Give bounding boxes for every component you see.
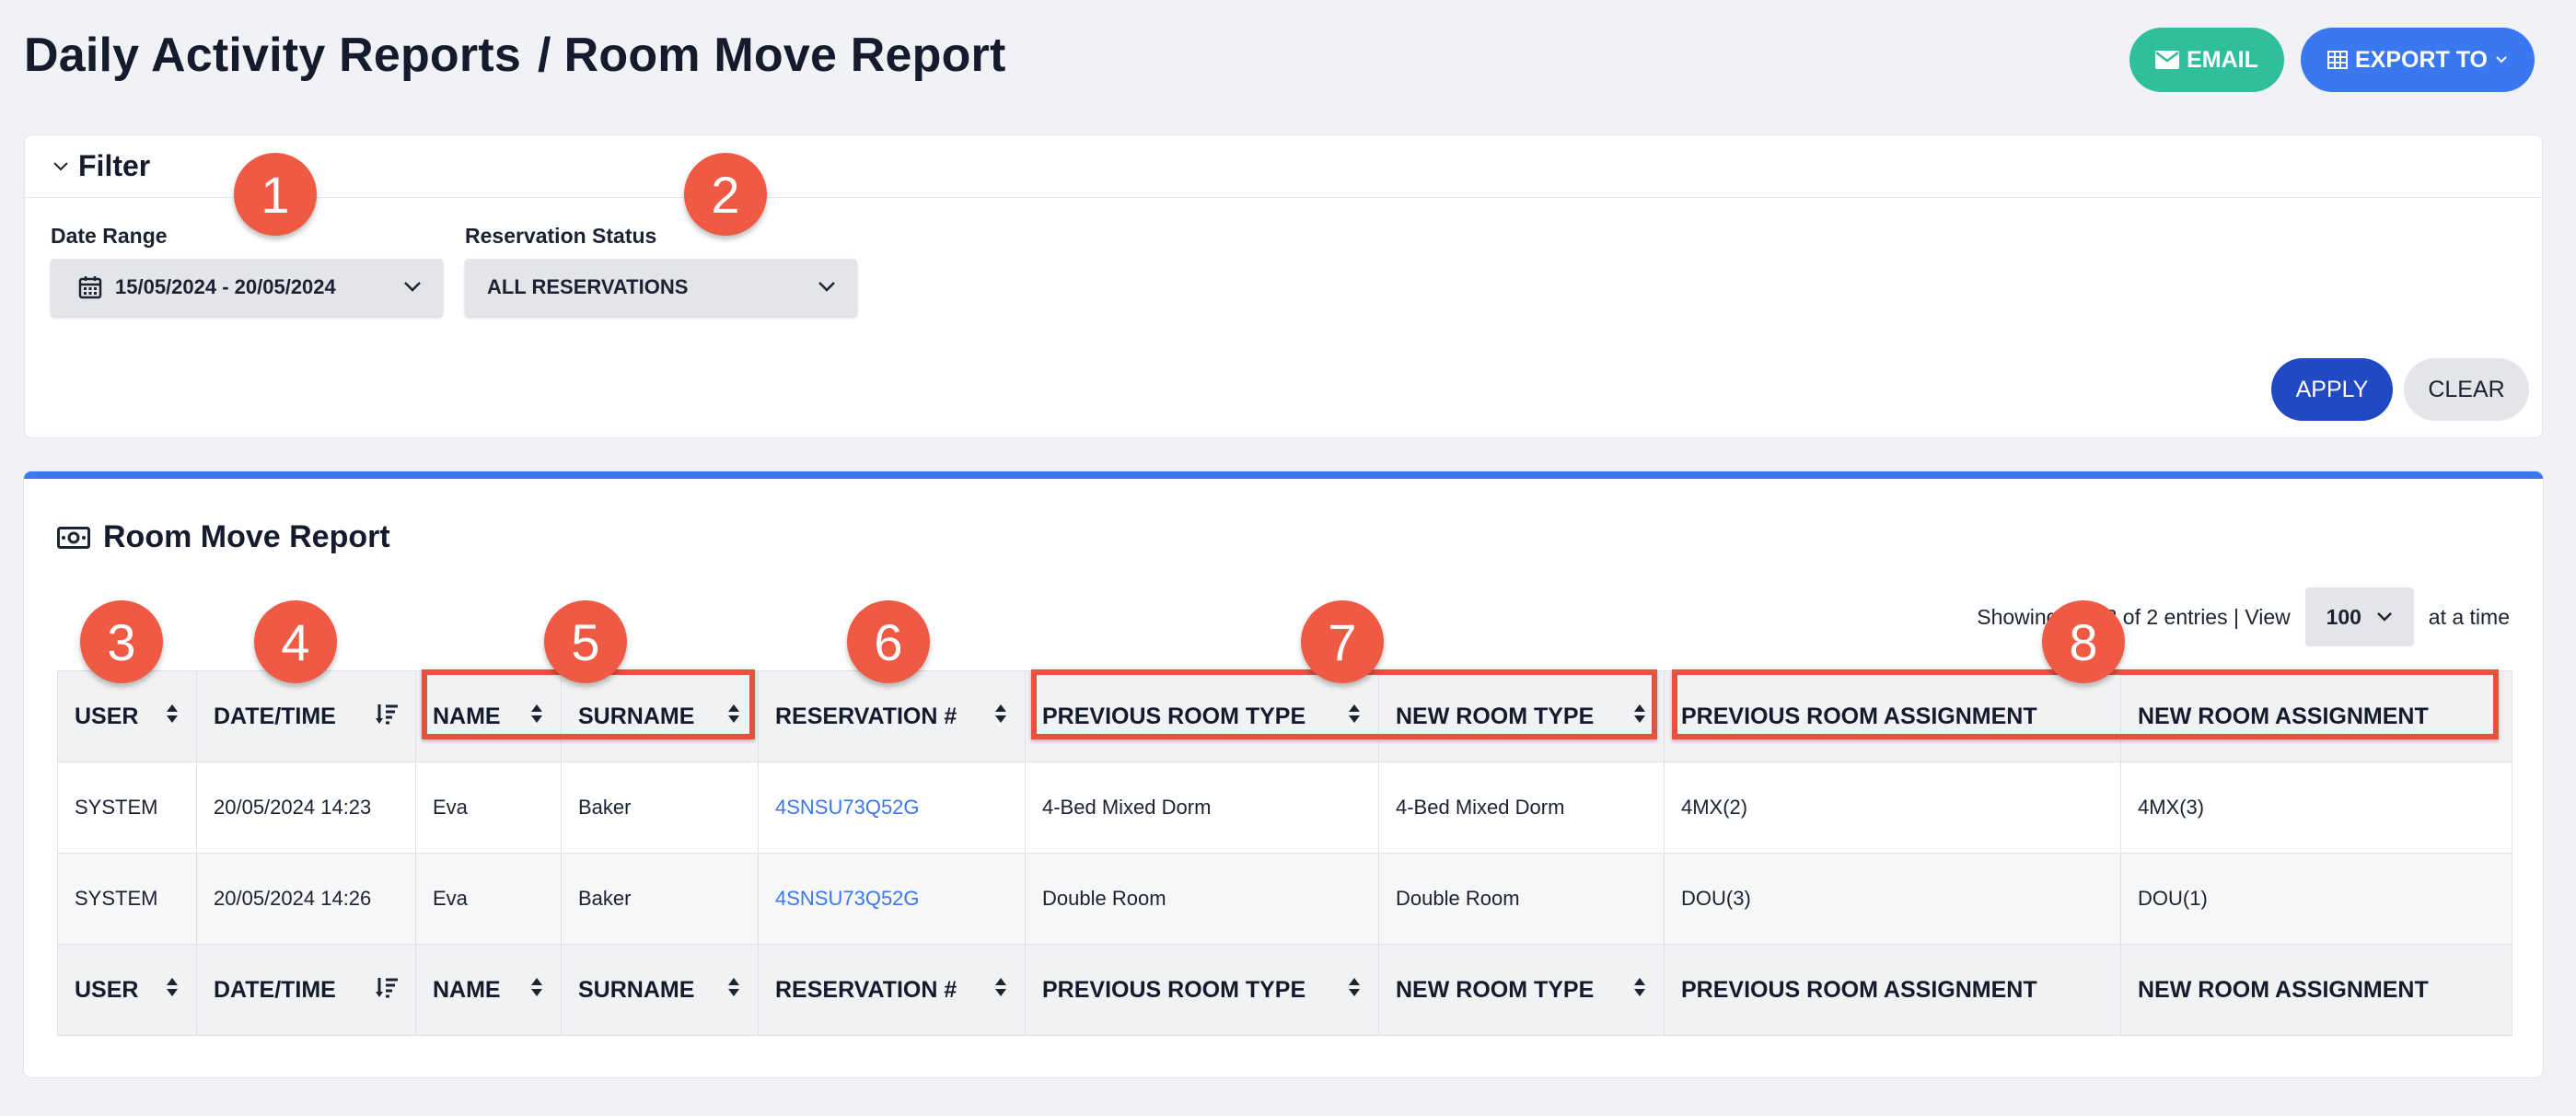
showing-text: Showing 1 to 2 of 2 entries | View <box>1977 604 2291 629</box>
cell-name: Eva <box>415 853 562 945</box>
money-icon <box>57 526 90 549</box>
reservation-status-select[interactable]: ALL RESERVATIONS <box>465 259 857 316</box>
page-size-select[interactable]: 100 <box>2304 587 2414 646</box>
cell-reservation: 4SNSU73Q52G <box>758 853 1026 945</box>
sort-icon[interactable] <box>726 976 741 1005</box>
cell-previous-room-assignment: 4MX(2) <box>1664 761 2121 854</box>
chevron-down-icon <box>818 282 835 292</box>
annotation-marker-4: 4 <box>254 600 337 683</box>
column-footer-user[interactable]: USER <box>57 944 197 1036</box>
sort-icon[interactable] <box>993 976 1008 1005</box>
column-header-reservation[interactable]: RESERVATION # <box>758 670 1026 762</box>
report-header: Room Move Report <box>57 519 390 555</box>
cell-datetime: 20/05/2024 14:23 <box>196 761 416 854</box>
sort-icon[interactable] <box>1347 976 1362 1005</box>
report-panel: Room Move Report Showing 1 to 2 of 2 ent… <box>24 471 2543 1077</box>
table-row: SYSTEM 20/05/2024 14:23 Eva Baker 4SNSU7… <box>57 761 2512 854</box>
annotation-marker-3: 3 <box>80 600 163 683</box>
column-footer-previous-room-assignment: PREVIOUS ROOM ASSIGNMENT <box>1664 944 2121 1036</box>
chevron-down-icon <box>53 161 68 170</box>
column-footer-new-room-assignment: NEW ROOM ASSIGNMENT <box>2120 944 2512 1036</box>
cell-name: Eva <box>415 761 562 854</box>
table-footer-row: USER DATE/TIME NAME SURNAME RESERVATION … <box>57 944 2512 1036</box>
date-range-label: Date Range <box>51 224 168 248</box>
reservation-link[interactable]: 4SNSU73Q52G <box>775 887 920 910</box>
date-range-picker[interactable]: 15/05/2024 - 20/05/2024 <box>51 259 443 316</box>
cell-new-room-assignment: DOU(1) <box>2120 853 2512 945</box>
cell-surname: Baker <box>561 761 759 854</box>
breadcrumb-current: Room Move Report <box>563 29 1006 82</box>
export-to-button[interactable]: EXPORT TO <box>2301 28 2535 92</box>
clear-button[interactable]: CLEAR <box>2404 358 2529 421</box>
annotation-marker-2: 2 <box>684 153 767 236</box>
sort-icon[interactable] <box>1632 976 1647 1005</box>
annotation-marker-6: 6 <box>847 600 930 683</box>
cell-new-room-assignment: 4MX(3) <box>2120 761 2512 854</box>
at-a-time-text: at a time <box>2428 604 2510 629</box>
date-range-value: 15/05/2024 - 20/05/2024 <box>115 275 336 298</box>
reservation-link[interactable]: 4SNSU73Q52G <box>775 796 920 819</box>
cell-user: SYSTEM <box>57 853 197 945</box>
cell-previous-room-type: Double Room <box>1025 853 1379 945</box>
email-button[interactable]: EMAIL <box>2129 28 2284 92</box>
sort-descending-icon[interactable] <box>375 702 399 732</box>
column-footer-reservation[interactable]: RESERVATION # <box>758 944 1026 1036</box>
sort-descending-icon[interactable] <box>375 975 399 1006</box>
filter-header[interactable]: Filter <box>25 135 2542 198</box>
cell-previous-room-type: 4-Bed Mixed Dorm <box>1025 761 1379 854</box>
annotation-marker-7: 7 <box>1301 600 1384 683</box>
sort-icon[interactable] <box>165 703 180 731</box>
cell-reservation: 4SNSU73Q52G <box>758 761 1026 854</box>
table-row: SYSTEM 20/05/2024 14:26 Eva Baker 4SNSU7… <box>57 853 2512 945</box>
sort-icon[interactable] <box>993 703 1008 731</box>
chevron-down-icon <box>2377 612 2392 622</box>
cell-user: SYSTEM <box>57 761 197 854</box>
filter-title: Filter <box>78 149 151 182</box>
cell-new-room-type: Double Room <box>1378 853 1665 945</box>
calendar-icon <box>78 276 102 299</box>
cell-previous-room-assignment: DOU(3) <box>1664 853 2121 945</box>
sort-icon[interactable] <box>529 976 544 1005</box>
page-title: Daily Activity Reports / Room Move Report <box>24 28 1006 83</box>
annotation-marker-8: 8 <box>2042 600 2125 683</box>
reservation-status-value: ALL RESERVATIONS <box>487 275 689 298</box>
breadcrumb-separator: / <box>537 29 551 82</box>
sort-icon[interactable] <box>165 976 180 1005</box>
column-footer-new-room-type[interactable]: NEW ROOM TYPE <box>1378 944 1665 1036</box>
filter-panel: Filter Date Range 15/05/2024 - 20/05/202… <box>24 134 2543 438</box>
report-title: Room Move Report <box>103 519 390 554</box>
annotation-marker-5: 5 <box>544 600 627 683</box>
chevron-down-icon <box>2496 56 2507 64</box>
cell-new-room-type: 4-Bed Mixed Dorm <box>1378 761 1665 854</box>
reservation-status-label: Reservation Status <box>465 224 657 248</box>
column-footer-surname[interactable]: SURNAME <box>561 944 759 1036</box>
chevron-down-icon <box>404 282 421 292</box>
envelope-icon <box>2155 51 2180 69</box>
cell-datetime: 20/05/2024 14:26 <box>196 853 416 945</box>
column-footer-datetime[interactable]: DATE/TIME <box>196 944 416 1036</box>
column-footer-previous-room-type[interactable]: PREVIOUS ROOM TYPE <box>1025 944 1379 1036</box>
breadcrumb-parent[interactable]: Daily Activity Reports <box>24 29 521 82</box>
table-icon <box>2327 51 2348 69</box>
annotation-marker-1: 1 <box>234 153 317 236</box>
apply-button[interactable]: APPLY <box>2271 358 2393 421</box>
column-header-user[interactable]: USER <box>57 670 197 762</box>
column-footer-name[interactable]: NAME <box>415 944 562 1036</box>
cell-surname: Baker <box>561 853 759 945</box>
column-header-datetime[interactable]: DATE/TIME <box>196 670 416 762</box>
